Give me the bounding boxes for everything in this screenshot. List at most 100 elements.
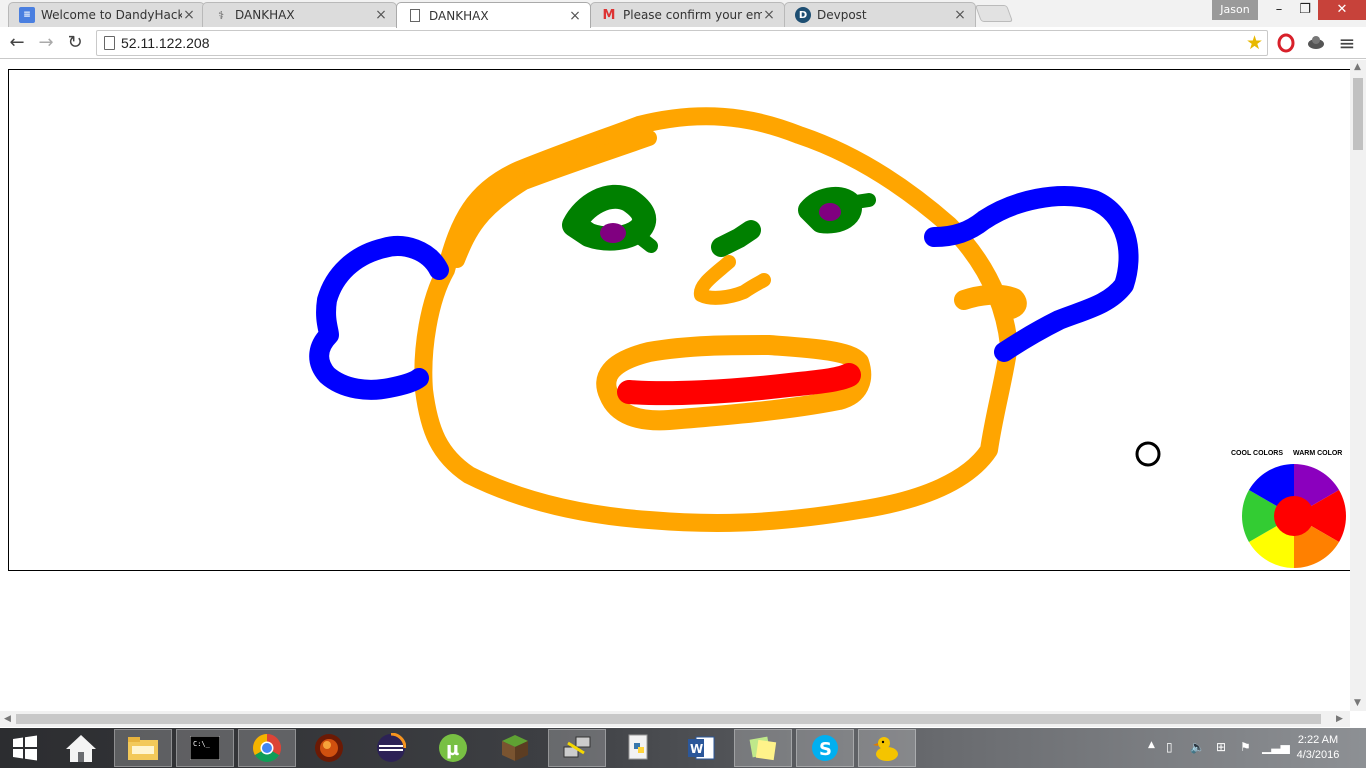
minecraft-button[interactable] bbox=[486, 729, 544, 767]
page-content: COOL COLORS WARM COLOR bbox=[0, 60, 1350, 711]
tab-title: DANKHAX bbox=[235, 8, 295, 22]
left-eye-tail-stroke bbox=[630, 228, 658, 253]
action-center-icon[interactable]: ⚑ bbox=[1240, 740, 1251, 754]
restore-button[interactable]: ❐ bbox=[1292, 0, 1318, 20]
clock-time: 2:22 AM bbox=[1297, 734, 1339, 746]
chrome-icon bbox=[253, 734, 281, 762]
tab-devpost[interactable]: D Devpost × bbox=[784, 2, 976, 27]
svg-text:C:\_: C:\_ bbox=[193, 740, 211, 748]
sticky-notes-icon bbox=[749, 736, 777, 761]
close-tab-icon[interactable]: × bbox=[953, 7, 967, 23]
windows-taskbar: C:\_ µ W S ▲ ▯ 🔈 ⊞ ⚑ ▁▃▅ 2:22 AM 4/3/201… bbox=[0, 728, 1366, 768]
file-explorer-icon bbox=[128, 737, 158, 760]
clock-date: 4/3/2016 bbox=[1296, 749, 1340, 761]
tab-dankhax-active[interactable]: DANKHAX × bbox=[396, 2, 591, 28]
start-button[interactable] bbox=[0, 729, 50, 767]
word-button[interactable]: W bbox=[672, 729, 730, 767]
brush-cursor bbox=[1135, 441, 1161, 467]
right-pupil bbox=[819, 203, 841, 221]
reload-button[interactable]: ↻ bbox=[64, 32, 86, 54]
skype-button[interactable]: S bbox=[796, 729, 854, 767]
back-button[interactable]: ← bbox=[6, 32, 28, 54]
warm-colors-label: WARM COLOR bbox=[1292, 450, 1343, 457]
gmail-icon: M bbox=[602, 7, 616, 23]
vertical-scrollbar[interactable]: ▲ ▼ bbox=[1350, 60, 1366, 711]
network-app-button[interactable] bbox=[548, 729, 606, 767]
home-icon bbox=[66, 735, 96, 762]
scroll-left-arrow-icon[interactable]: ◀ bbox=[4, 714, 11, 724]
horizontal-scroll-thumb[interactable] bbox=[16, 714, 1321, 724]
profile-button[interactable]: Jason bbox=[1212, 0, 1258, 20]
network-app-icon bbox=[563, 736, 591, 758]
color-wheel-labels: COOL COLORS WARM COLOR bbox=[1231, 450, 1350, 457]
duck-app-icon bbox=[873, 737, 898, 761]
left-pupil bbox=[600, 223, 626, 243]
system-clock[interactable]: 2:22 AM 4/3/2016 bbox=[1288, 733, 1348, 763]
tab-title: Welcome to DandyHacks! bbox=[41, 8, 182, 22]
command-prompt-icon: C:\_ bbox=[190, 736, 220, 760]
tab-confirm-email[interactable]: M Please confirm your email × bbox=[590, 2, 785, 27]
face-outline-stroke bbox=[414, 107, 1018, 532]
new-tab-button[interactable] bbox=[974, 5, 1014, 22]
right-cheek-stroke bbox=[954, 284, 1027, 320]
sticky-notes-button[interactable] bbox=[734, 729, 792, 767]
color-wheel[interactable] bbox=[1242, 464, 1346, 568]
tab-title: Please confirm your email bbox=[623, 8, 762, 22]
file-explorer-button[interactable] bbox=[114, 729, 172, 767]
scroll-down-arrow-icon[interactable]: ▼ bbox=[1354, 698, 1361, 708]
nose-green-stroke bbox=[711, 220, 761, 257]
command-prompt-button[interactable]: C:\_ bbox=[176, 729, 234, 767]
url-text[interactable]: 52.11.122.208 bbox=[121, 35, 210, 51]
svg-text:µ: µ bbox=[446, 739, 459, 760]
eclipse-icon bbox=[377, 733, 406, 762]
volume-icon[interactable]: 🔈 bbox=[1190, 740, 1205, 754]
nose-stroke bbox=[693, 255, 771, 305]
scroll-up-arrow-icon[interactable]: ▲ bbox=[1354, 62, 1361, 72]
tab-strip: ≡ Welcome to DandyHacks! × ⚕ DANKHAX × D… bbox=[0, 0, 1366, 28]
browser-toolbar: ← → ↻ 52.11.122.208 ★ ≡ bbox=[0, 27, 1366, 59]
page-icon bbox=[407, 8, 423, 24]
right-eye-tail-stroke bbox=[842, 193, 876, 210]
duck-app-button[interactable] bbox=[858, 729, 916, 767]
drawing-surface[interactable] bbox=[9, 70, 1350, 572]
windows-flag-icon[interactable]: ⊞ bbox=[1216, 740, 1226, 754]
close-tab-icon[interactable]: × bbox=[568, 8, 582, 24]
python-button[interactable] bbox=[610, 729, 668, 767]
start-icon bbox=[13, 735, 37, 761]
minimize-button[interactable]: – bbox=[1266, 0, 1292, 20]
close-window-button[interactable]: ✕ bbox=[1318, 0, 1366, 20]
close-tab-icon[interactable]: × bbox=[182, 7, 196, 23]
tab-welcome-dandyhacks[interactable]: ≡ Welcome to DandyHacks! × bbox=[8, 2, 205, 27]
horizontal-scrollbar[interactable]: ◀ ▶ bbox=[0, 711, 1350, 727]
cool-colors-label: COOL COLORS bbox=[1231, 450, 1283, 457]
docs-icon: ≡ bbox=[19, 7, 35, 23]
skype-icon: S bbox=[812, 735, 838, 761]
bookmark-star-icon[interactable]: ★ bbox=[1246, 32, 1263, 54]
right-ear-stroke bbox=[924, 186, 1139, 362]
dragon-app-button[interactable] bbox=[300, 729, 358, 767]
forward-button[interactable]: → bbox=[35, 32, 57, 54]
address-bar[interactable]: 52.11.122.208 ★ bbox=[96, 30, 1268, 56]
extension-icon[interactable] bbox=[1306, 33, 1326, 53]
utorrent-icon: µ bbox=[439, 734, 467, 762]
dragon-app-icon bbox=[315, 734, 343, 762]
battery-icon[interactable]: ▯ bbox=[1166, 740, 1173, 754]
network-signal-icon[interactable]: ▁▃▅ bbox=[1262, 740, 1290, 754]
mouth-red-stroke bbox=[617, 363, 861, 406]
opera-extension-icon[interactable] bbox=[1276, 33, 1296, 53]
svg-text:W: W bbox=[690, 742, 703, 756]
close-tab-icon[interactable]: × bbox=[374, 7, 388, 23]
show-hidden-icons-icon[interactable]: ▲ bbox=[1148, 740, 1155, 750]
utorrent-button[interactable]: µ bbox=[424, 729, 482, 767]
python-icon bbox=[628, 734, 648, 760]
chrome-button[interactable] bbox=[238, 729, 296, 767]
vertical-scroll-thumb[interactable] bbox=[1353, 78, 1363, 150]
scroll-right-arrow-icon[interactable]: ▶ bbox=[1336, 714, 1343, 724]
drawing-canvas[interactable] bbox=[8, 69, 1350, 571]
chrome-menu-button[interactable]: ≡ bbox=[1336, 32, 1358, 54]
color-wheel-center[interactable] bbox=[1274, 496, 1314, 536]
close-tab-icon[interactable]: × bbox=[762, 7, 776, 23]
home-button[interactable] bbox=[52, 729, 110, 767]
eclipse-button[interactable] bbox=[362, 729, 420, 767]
tab-dankhax-1[interactable]: ⚕ DANKHAX × bbox=[202, 2, 397, 27]
